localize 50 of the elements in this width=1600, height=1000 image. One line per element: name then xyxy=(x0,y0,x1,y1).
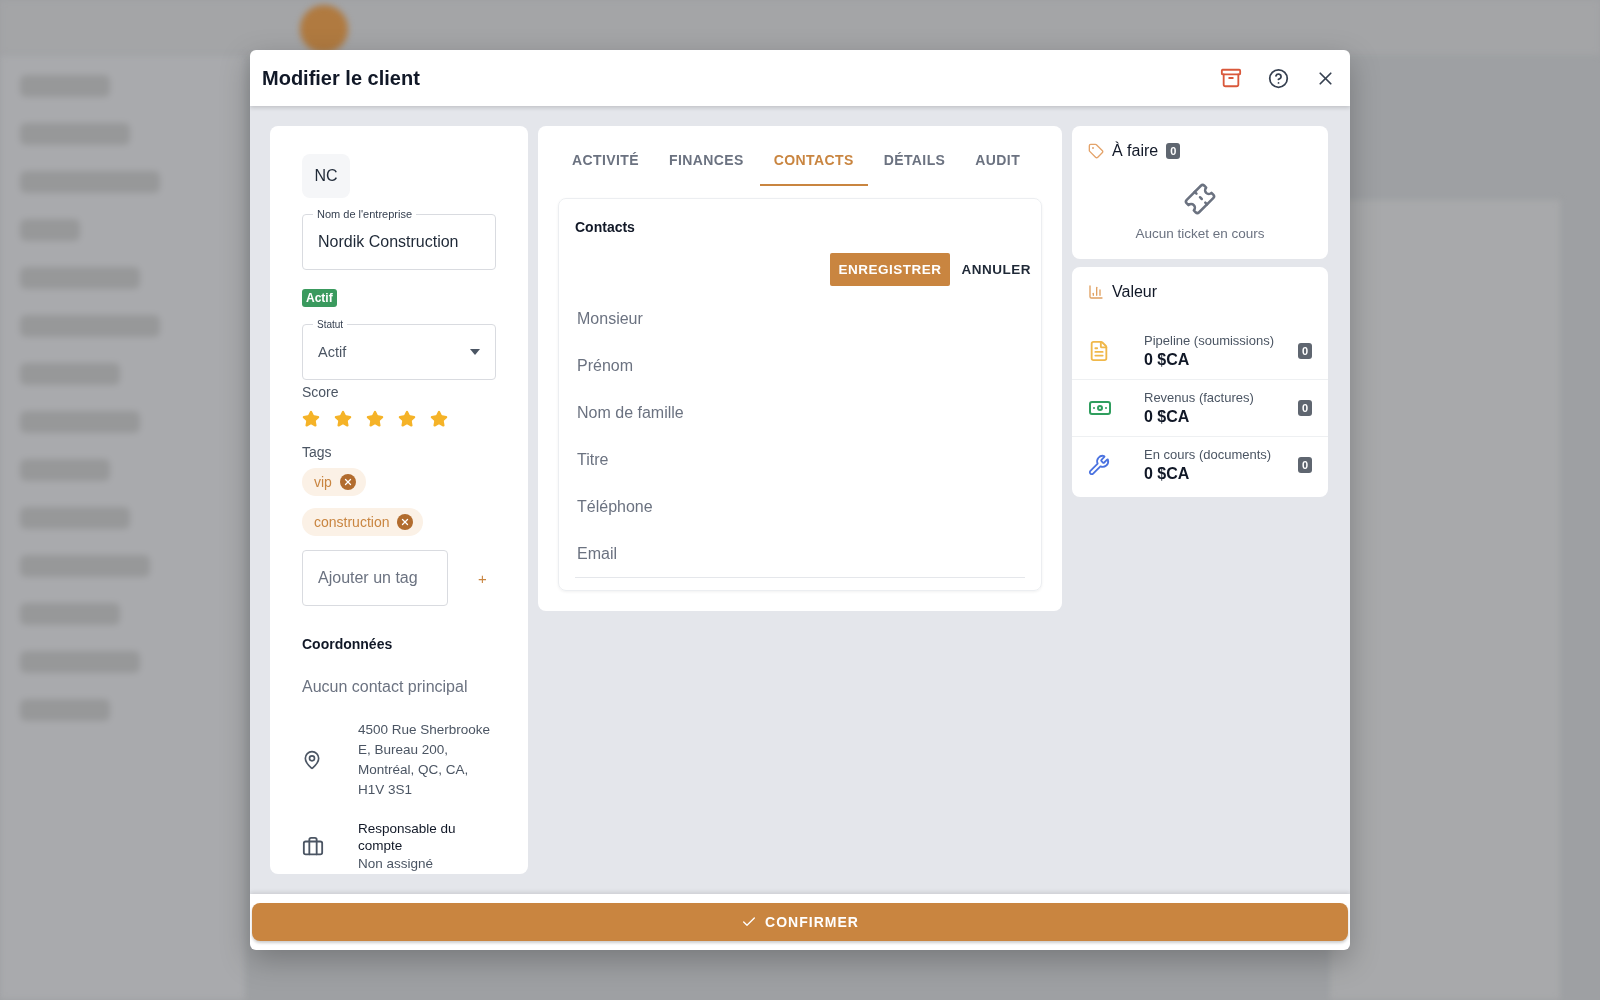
account-manager-label: Responsable du compte xyxy=(358,820,457,854)
tools-icon xyxy=(1088,454,1110,476)
cancel-button[interactable]: ANNULER xyxy=(961,253,1031,286)
value-amount: 0 $CA xyxy=(1144,465,1191,483)
account-manager-value: Non assigné xyxy=(358,856,434,871)
location-pin-icon xyxy=(302,750,322,770)
archive-icon xyxy=(1220,67,1242,89)
close-icon xyxy=(400,517,411,527)
briefcase-icon xyxy=(302,836,324,858)
tab[interactable]: DÉTAILS xyxy=(869,138,960,186)
value-label: Revenus (factures) xyxy=(1144,390,1255,405)
value-amount: 0 $CA xyxy=(1144,408,1191,426)
add-tag-button[interactable]: + xyxy=(474,567,491,589)
dropdown-caret-icon xyxy=(470,349,480,355)
score-label: Score xyxy=(302,384,339,400)
count-badge: 0 xyxy=(1166,143,1181,159)
todo-title: À faire xyxy=(1112,142,1159,160)
tag-chip: vip xyxy=(302,468,366,496)
close-icon xyxy=(342,477,353,487)
dialog-title: Modifier le client xyxy=(262,66,421,90)
tag-chip: construction xyxy=(302,508,424,536)
empty-tickets-text: Aucun ticket en cours xyxy=(1135,226,1265,241)
remove-tag-button[interactable] xyxy=(339,474,356,490)
value-label: En cours (documents) xyxy=(1144,447,1273,462)
add-tag-field[interactable]: Ajouter un tag xyxy=(302,550,448,606)
address-text: 4500 Rue Sherbrooke E, Bureau 200, Montréal, QC, CA, H1V 3S1 xyxy=(358,721,492,799)
help-icon xyxy=(1268,67,1289,89)
value-title: Valeur xyxy=(1112,283,1158,301)
score-stars[interactable] xyxy=(302,410,448,428)
count-badge: 0 xyxy=(1297,457,1312,473)
value-label: Pipeline (soumissions) xyxy=(1144,333,1276,348)
tab[interactable]: CONTACTS xyxy=(759,138,868,186)
remove-tag-button[interactable] xyxy=(397,514,414,530)
status-badge: Actif xyxy=(302,289,337,307)
bar-chart-icon xyxy=(1088,284,1104,300)
confirm-button[interactable]: CONFIRMER xyxy=(252,903,1348,941)
tab[interactable]: ACTIVITÉ xyxy=(558,138,653,186)
value-amount: 0 $CA xyxy=(1144,351,1191,369)
count-badge: 0 xyxy=(1297,400,1312,416)
tags-label: Tags xyxy=(302,444,332,460)
tag-icon xyxy=(1088,143,1104,159)
coordinates-heading: Coordonnées xyxy=(302,636,393,652)
tab[interactable]: AUDIT xyxy=(961,138,1035,186)
contacts-heading: Contacts xyxy=(575,219,636,235)
save-button[interactable]: ENREGISTRER xyxy=(830,253,950,286)
document-icon xyxy=(1088,340,1110,362)
initials-avatar: NC xyxy=(302,154,350,198)
no-contact-text: Aucun contact principal xyxy=(302,678,468,696)
count-badge: 0 xyxy=(1297,343,1312,359)
tab[interactable]: FINANCES xyxy=(655,138,758,186)
